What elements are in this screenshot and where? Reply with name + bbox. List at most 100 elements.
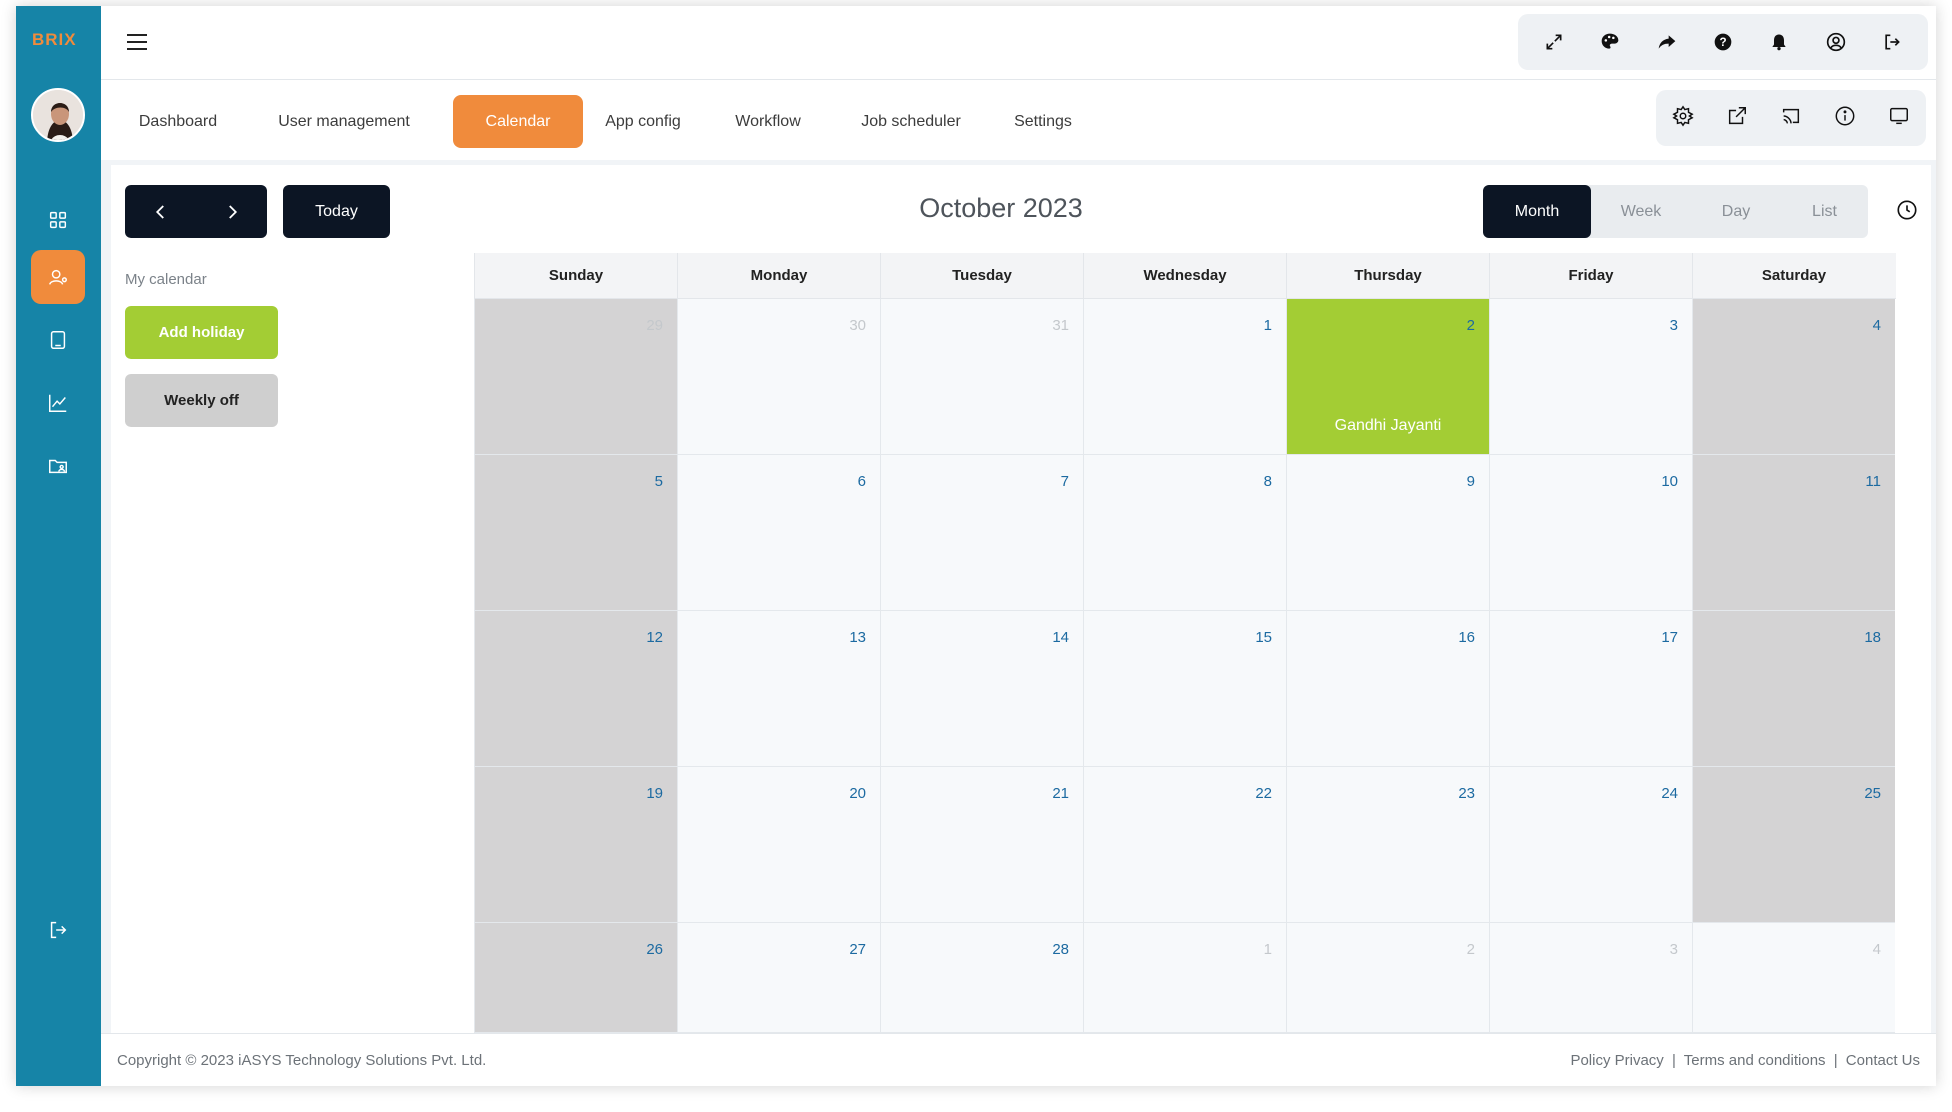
day-cell[interactable]: 27 — [677, 923, 880, 1033]
day-cell[interactable]: 28 — [880, 923, 1083, 1033]
day-number: 7 — [1060, 473, 1069, 490]
sidebar-item-folder[interactable] — [31, 439, 85, 493]
tab-dashboard[interactable]: Dashboard — [115, 95, 241, 148]
sidebar-item-documents[interactable] — [31, 313, 85, 367]
day-cell[interactable]: 22 — [1083, 767, 1286, 923]
day-cell[interactable]: 30 — [677, 299, 880, 455]
day-cell[interactable]: 18 — [1692, 611, 1895, 767]
day-cell[interactable]: 4 — [1692, 923, 1895, 1033]
sidebar-item-analytics[interactable] — [31, 376, 85, 430]
footer-separator: | — [1671, 1052, 1676, 1069]
view-month-button[interactable]: Month — [1483, 185, 1591, 238]
clock-icon[interactable] — [1896, 199, 1920, 223]
day-cell[interactable]: 10 — [1489, 455, 1692, 611]
settings-icon[interactable] — [1672, 105, 1694, 132]
day-cell[interactable]: 8 — [1083, 455, 1286, 611]
day-cell[interactable]: 21 — [880, 767, 1083, 923]
day-cell[interactable]: 2 — [1286, 923, 1489, 1033]
day-number: 25 — [1864, 785, 1881, 802]
tablet-icon — [50, 331, 66, 349]
holiday-event[interactable]: Gandhi Jayanti — [1287, 417, 1489, 435]
terms-link[interactable]: Terms and conditions — [1684, 1052, 1826, 1069]
palette-icon[interactable] — [1598, 30, 1622, 54]
sidebar-logout-button[interactable] — [31, 903, 85, 957]
tab-toolbar — [1656, 90, 1926, 146]
expand-icon[interactable] — [1542, 30, 1566, 54]
sidebar-item-dashboard[interactable] — [31, 193, 85, 247]
menu-icon[interactable] — [127, 34, 147, 50]
day-number: 2 — [1466, 941, 1475, 958]
external-link-icon[interactable] — [1726, 105, 1748, 132]
holiday-day-cell[interactable]: 2 Gandhi Jayanti — [1286, 299, 1489, 455]
day-cell[interactable]: 3 — [1489, 923, 1692, 1033]
day-number: 28 — [1052, 941, 1069, 958]
policy-privacy-link[interactable]: Policy Privacy — [1570, 1052, 1663, 1069]
logout-icon[interactable] — [1880, 30, 1904, 54]
monitor-icon[interactable] — [1888, 105, 1910, 132]
day-cell[interactable]: 24 — [1489, 767, 1692, 923]
chevron-right-icon — [228, 204, 237, 219]
account-icon[interactable] — [1824, 30, 1848, 54]
day-cell[interactable]: 16 — [1286, 611, 1489, 767]
day-number: 31 — [1052, 317, 1069, 334]
day-cell[interactable]: 25 — [1692, 767, 1895, 923]
next-button[interactable] — [196, 185, 267, 238]
tab-calendar[interactable]: Calendar — [453, 95, 583, 148]
footer: Copyright © 2023 iASYS Technology Soluti… — [101, 1033, 1936, 1086]
avatar[interactable] — [31, 88, 85, 142]
calendar-nav — [125, 185, 267, 238]
user-cog-icon — [49, 269, 67, 285]
day-number: 2 — [1466, 317, 1475, 334]
day-cell[interactable]: 9 — [1286, 455, 1489, 611]
day-cell[interactable]: 11 — [1692, 455, 1895, 611]
day-number: 11 — [1865, 473, 1881, 490]
day-cell[interactable]: 14 — [880, 611, 1083, 767]
day-header: Tuesday — [880, 253, 1083, 298]
tab-user-management[interactable]: User management — [251, 95, 437, 148]
day-number: 18 — [1864, 629, 1881, 646]
day-cell[interactable]: 5 — [474, 455, 677, 611]
day-cell[interactable]: 1 — [1083, 299, 1286, 455]
add-holiday-button[interactable]: Add holiday — [125, 306, 278, 359]
tab-job-scheduler[interactable]: Job scheduler — [841, 95, 981, 148]
tab-settings[interactable]: Settings — [991, 95, 1095, 148]
day-cell[interactable]: 31 — [880, 299, 1083, 455]
view-day-button[interactable]: Day — [1691, 185, 1781, 238]
day-cell[interactable]: 12 — [474, 611, 677, 767]
day-cell[interactable]: 17 — [1489, 611, 1692, 767]
day-cell[interactable]: 20 — [677, 767, 880, 923]
day-cell[interactable]: 15 — [1083, 611, 1286, 767]
contact-us-link[interactable]: Contact Us — [1846, 1052, 1920, 1069]
day-cell[interactable]: 4 — [1692, 299, 1895, 455]
day-number: 6 — [857, 473, 866, 490]
day-cell[interactable]: 26 — [474, 923, 677, 1033]
day-cell[interactable]: 23 — [1286, 767, 1489, 923]
tab-app-config[interactable]: App config — [591, 95, 695, 148]
share-icon[interactable] — [1655, 30, 1679, 54]
today-button[interactable]: Today — [283, 185, 390, 238]
view-week-button[interactable]: Week — [1591, 185, 1691, 238]
day-cell[interactable]: 29 — [474, 299, 677, 455]
day-number: 16 — [1458, 629, 1475, 646]
help-icon[interactable]: ? — [1711, 30, 1735, 54]
day-cell[interactable]: 13 — [677, 611, 880, 767]
day-cell[interactable]: 1 — [1083, 923, 1286, 1033]
top-bar: ? — [101, 6, 1936, 80]
day-cell[interactable]: 6 — [677, 455, 880, 611]
day-cell[interactable]: 19 — [474, 767, 677, 923]
day-number: 4 — [1872, 941, 1881, 958]
view-list-button[interactable]: List — [1781, 185, 1868, 238]
sidebar-item-user-management[interactable] — [31, 250, 85, 304]
day-cell[interactable]: 7 — [880, 455, 1083, 611]
day-header: Saturday — [1692, 253, 1895, 298]
tab-workflow[interactable]: Workflow — [705, 95, 831, 148]
bell-icon[interactable] — [1767, 30, 1791, 54]
weekly-off-button[interactable]: Weekly off — [125, 374, 278, 427]
day-number: 3 — [1669, 941, 1678, 958]
prev-button[interactable] — [125, 185, 196, 238]
app-frame: BRIX ? Dashboard User management Calenda… — [16, 6, 1936, 1086]
cast-icon[interactable] — [1780, 105, 1802, 132]
day-cell[interactable]: 3 — [1489, 299, 1692, 455]
info-icon[interactable] — [1834, 105, 1856, 132]
day-number: 19 — [646, 785, 663, 802]
